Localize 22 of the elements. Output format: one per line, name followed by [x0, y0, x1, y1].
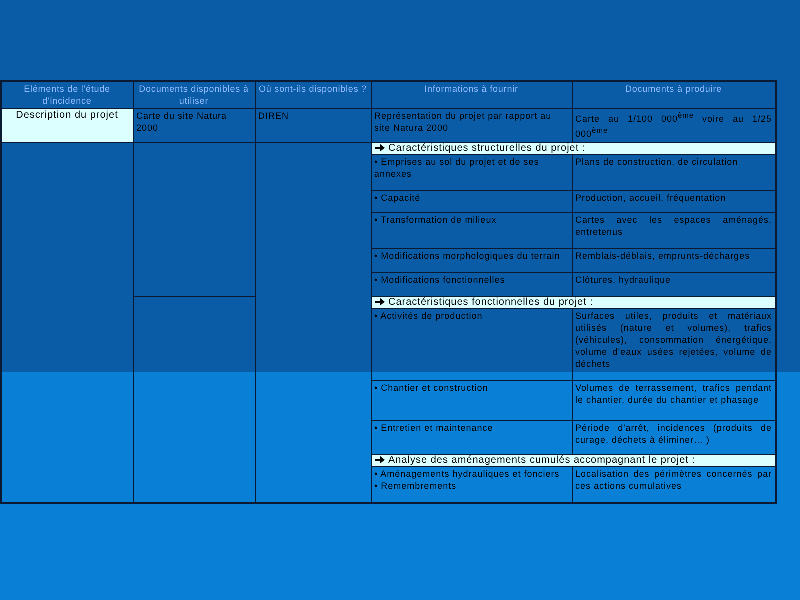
- arrow-icon: [374, 144, 384, 152]
- table-cell: Description du projet: [1, 108, 133, 142]
- information-item: • Chantier et construction: [374, 382, 490, 394]
- information-item: • Aménagements hydrauliques et fonciers: [374, 468, 561, 480]
- column-header: Documents disponibles à utiliser: [133, 81, 255, 108]
- information-item: • Modifications morphologiques du terrain: [374, 250, 562, 262]
- section-title: Caractéristiques fonctionnelles du projet :: [388, 297, 594, 308]
- information-item: • Capacité: [374, 192, 422, 204]
- table-cell: DIREN: [255, 108, 371, 142]
- arrow-icon: [374, 298, 384, 306]
- table-cell: Carte du site Natura 2000: [133, 108, 255, 142]
- column-header: Où sont-ils disponibles ?: [255, 81, 371, 108]
- section-title: Caractéristiques structurelles du projet :: [388, 143, 586, 154]
- section-title: Analyse des aménagements cumulés accompagnant le projet :: [388, 455, 696, 466]
- information-item: • Modifications fonctionnelles: [374, 274, 506, 286]
- information-item: • Entretien et maintenance: [374, 422, 494, 434]
- column-header: Informations à fournir: [371, 81, 572, 108]
- information-item: • Emprises au sol du projet et de ses annexes: [374, 156, 540, 180]
- information-item: • Remembrements: [374, 480, 458, 492]
- information-item: • Transformation de milieux: [374, 214, 498, 226]
- arrow-icon: [374, 456, 384, 464]
- information-item: • Activités de production: [374, 310, 484, 322]
